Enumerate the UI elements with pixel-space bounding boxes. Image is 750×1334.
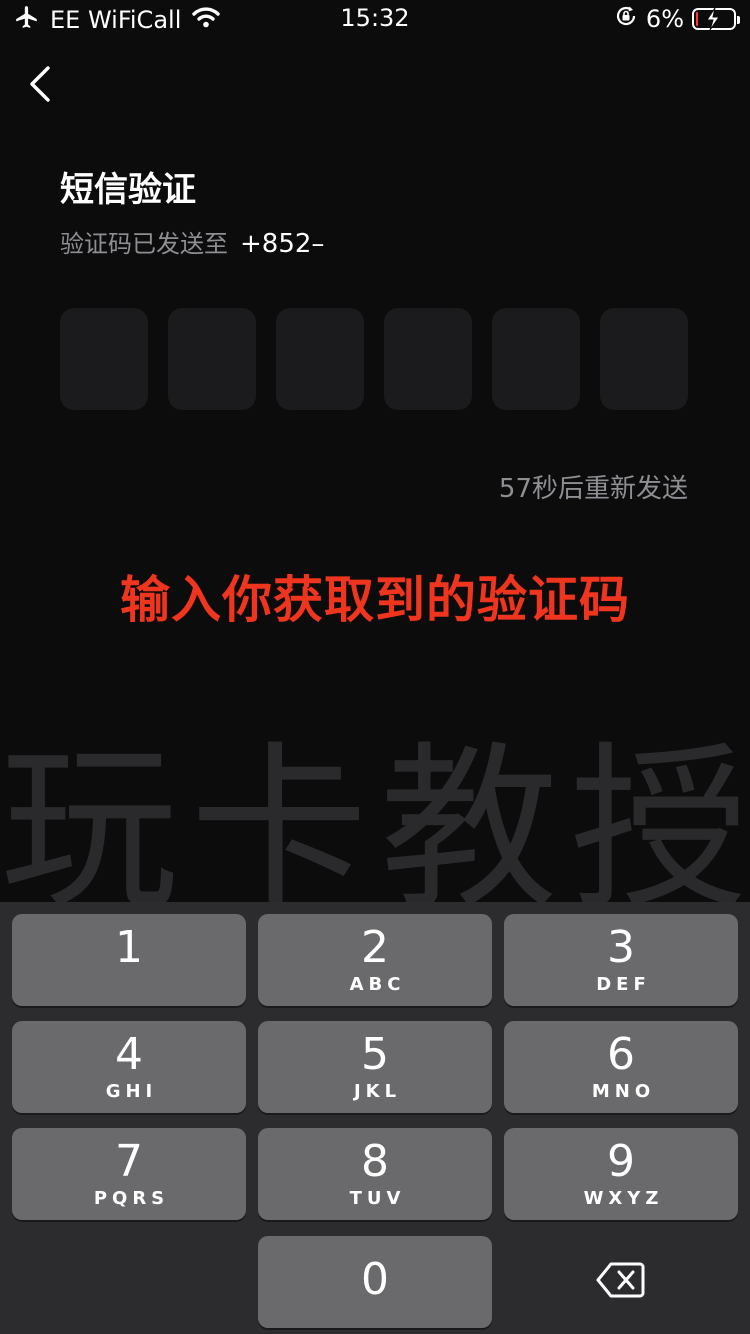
battery-charging-icon <box>692 7 740 31</box>
tutorial-annotation: 输入你获取到的验证码 <box>120 571 630 629</box>
delete-key[interactable] <box>504 1236 738 1328</box>
key-4[interactable]: 4 GHI <box>12 1021 246 1113</box>
back-button[interactable] <box>24 60 64 108</box>
battery-nub <box>737 16 740 24</box>
chevron-left-icon <box>24 66 64 112</box>
key-letters: TUV <box>349 1188 406 1209</box>
key-digit: 7 <box>115 1136 143 1187</box>
key-digit: 1 <box>115 922 143 973</box>
code-digit-box[interactable] <box>168 308 256 410</box>
resend-countdown: 57秒后重新发送 <box>498 474 688 504</box>
battery-level <box>696 12 698 26</box>
key-digit: 3 <box>607 922 635 973</box>
page-title: 短信验证 <box>60 170 196 210</box>
code-digit-box[interactable] <box>492 308 580 410</box>
battery-percent: 6% <box>645 5 684 33</box>
key-letters: ABC <box>349 974 406 995</box>
charging-bolt-icon <box>704 7 722 37</box>
key-2[interactable]: 2 ABC <box>258 914 492 1006</box>
key-7[interactable]: 7 PQRS <box>12 1128 246 1220</box>
numeric-keypad: 1 2 ABC 3 DEF 4 GHI 5 JKL 6 MNO 7 PQRS 8… <box>0 902 750 1334</box>
phone-number: +852– <box>240 229 325 259</box>
key-letters: JKL <box>353 1081 402 1102</box>
sent-to-text: 验证码已发送至 +852– <box>60 224 324 259</box>
key-digit: 0 <box>361 1254 389 1305</box>
code-digit-box[interactable] <box>60 308 148 410</box>
key-letters: WXYZ <box>583 1188 664 1209</box>
key-digit: 9 <box>607 1136 635 1187</box>
key-letters: GHI <box>105 1081 158 1102</box>
key-letters: PQRS <box>93 1188 170 1209</box>
key-9[interactable]: 9 WXYZ <box>504 1128 738 1220</box>
backspace-icon <box>596 1260 646 1304</box>
key-6[interactable]: 6 MNO <box>504 1021 738 1113</box>
code-digit-box[interactable] <box>600 308 688 410</box>
key-8[interactable]: 8 TUV <box>258 1128 492 1220</box>
key-1[interactable]: 1 <box>12 914 246 1006</box>
code-digit-box[interactable] <box>384 308 472 410</box>
sent-to-label: 验证码已发送至 <box>60 230 228 258</box>
code-digit-box[interactable] <box>276 308 364 410</box>
key-digit: 5 <box>361 1029 389 1080</box>
key-digit: 8 <box>361 1136 389 1187</box>
key-3[interactable]: 3 DEF <box>504 914 738 1006</box>
key-letters: MNO <box>591 1081 656 1102</box>
key-0[interactable]: 0 <box>258 1236 492 1328</box>
key-5[interactable]: 5 JKL <box>258 1021 492 1113</box>
key-digit: 4 <box>115 1029 143 1080</box>
key-digit: 6 <box>607 1029 635 1080</box>
key-letters: DEF <box>596 974 651 995</box>
sms-verification-screen: EE WiFiCall 15:32 6% 短信验证 验证码已发送至 +852– … <box>0 0 750 1334</box>
status-right: 6% <box>614 4 740 34</box>
orientation-lock-icon <box>614 4 638 34</box>
key-digit: 2 <box>361 922 389 973</box>
status-bar: EE WiFiCall 15:32 6% <box>0 0 750 40</box>
verification-code-input[interactable] <box>60 308 688 410</box>
